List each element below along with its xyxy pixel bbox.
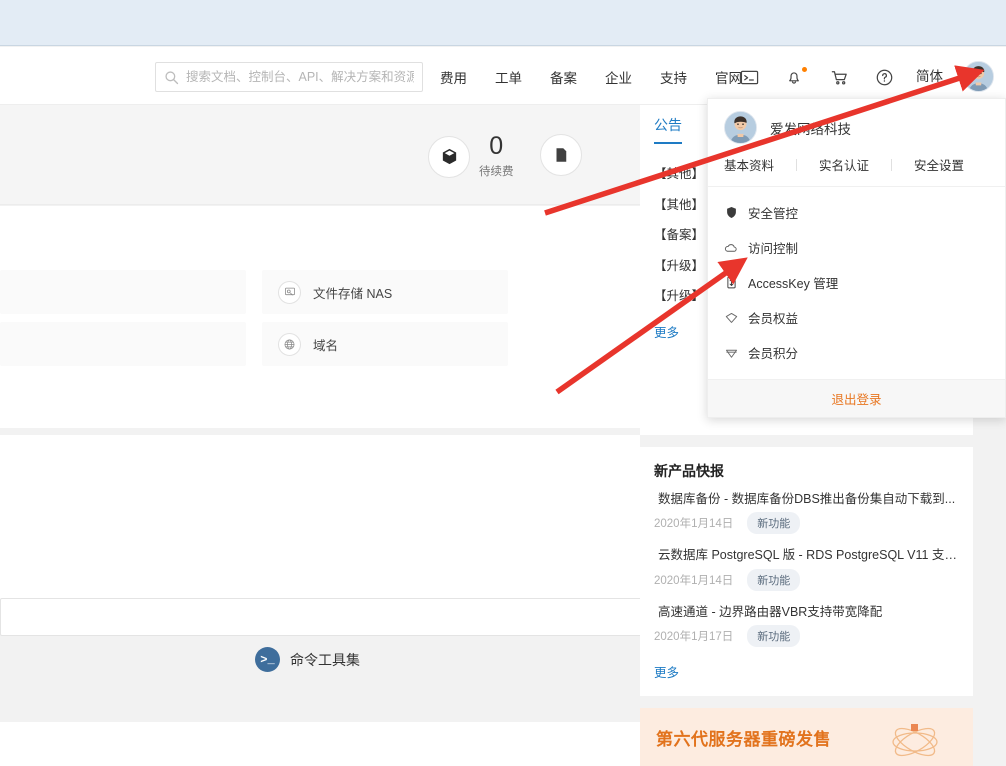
nav-link-tickets[interactable]: 工单 bbox=[495, 67, 522, 87]
nav-link-support[interactable]: 支持 bbox=[660, 67, 687, 87]
new-product-title: 云数据库 PostgreSQL 版 - RDS PostgreSQL V11 支… bbox=[658, 548, 959, 563]
divider bbox=[891, 158, 893, 171]
dropdown-menu-items: 安全管控 访问控制 AccessKey 管理 会员权益 会员积分 bbox=[708, 187, 1005, 411]
top-nav-icon-group bbox=[740, 62, 894, 92]
search-input[interactable] bbox=[186, 64, 414, 90]
service-item-blank-1[interactable] bbox=[0, 270, 246, 314]
list-item[interactable]: 云数据库 PostgreSQL 版 - RDS PostgreSQL V11 支… bbox=[654, 547, 959, 591]
menu-item-label: 安全管控 bbox=[748, 207, 799, 221]
new-product-date: 2020年1月14日 bbox=[654, 518, 734, 531]
nav-link-enterprise[interactable]: 企业 bbox=[605, 67, 632, 87]
key-icon bbox=[724, 276, 738, 290]
service-item-domain[interactable]: 域名 bbox=[262, 322, 508, 366]
user-account-dropdown: 爱发网络科技 基本资料 实名认证 安全设置 安全管控 访问控制 AccessKe… bbox=[707, 98, 1006, 418]
menu-item-access-control[interactable]: 访问控制 bbox=[708, 230, 1005, 265]
divider bbox=[796, 158, 798, 171]
list-item[interactable]: 数据库备份 - 数据库备份DBS推出备份集自动下载到... 2020年1月14日… bbox=[654, 491, 959, 535]
status-badge: 新功能 bbox=[747, 568, 801, 591]
command-toolset-label: 命令工具集 bbox=[290, 651, 360, 668]
stat-orders[interactable] bbox=[540, 134, 582, 176]
dropdown-user-row: 爱发网络科技 bbox=[708, 99, 1005, 152]
new-products-card: 新产品快报 数据库备份 - 数据库备份DBS推出备份集自动下载到... 2020… bbox=[640, 447, 973, 696]
cart-icon[interactable] bbox=[830, 68, 849, 87]
new-product-date: 2020年1月14日 bbox=[654, 574, 734, 587]
dropdown-avatar bbox=[724, 111, 757, 144]
stat-pending-renewal[interactable]: 0 待续费 bbox=[428, 134, 514, 179]
new-products-more-link[interactable]: 更多 bbox=[654, 662, 679, 681]
bottom-panel bbox=[0, 722, 640, 766]
stat-label: 待续费 bbox=[479, 166, 514, 178]
logout-button[interactable]: 退出登录 bbox=[831, 389, 881, 408]
dropdown-quick-links: 基本资料 实名认证 安全设置 bbox=[708, 152, 1005, 187]
menu-item-label: AccessKey 管理 bbox=[748, 277, 839, 291]
menu-item-member-points[interactable]: 会员积分 bbox=[708, 335, 1005, 370]
new-products-title: 新产品快报 bbox=[654, 463, 724, 479]
overview-stats-panel: 0 待续费 bbox=[0, 105, 640, 205]
globe-icon bbox=[278, 332, 301, 356]
service-item-blank-2[interactable] bbox=[0, 322, 246, 366]
list-item[interactable]: 高速通道 - 边界路由器VBR支持带宽降配 2020年1月17日 新功能 bbox=[654, 604, 959, 647]
menu-item-label: 访问控制 bbox=[748, 242, 799, 256]
new-product-meta: 2020年1月14日 新功能 bbox=[654, 512, 959, 535]
announcements-more-link[interactable]: 更多 bbox=[654, 322, 679, 341]
dropdown-footer: 退出登录 bbox=[708, 379, 1005, 417]
new-product-date: 2020年1月17日 bbox=[654, 630, 734, 643]
browser-chrome-strip bbox=[0, 0, 1006, 46]
tools-search-field[interactable] bbox=[0, 598, 742, 636]
promo-text: 第六代服务器重磅发售 bbox=[656, 730, 831, 750]
nav-link-icp[interactable]: 备案 bbox=[550, 67, 577, 87]
terminal-badge-icon: >_ bbox=[255, 647, 280, 672]
top-nav-links: 费用 工单 备案 企业 支持 官网 bbox=[440, 62, 770, 92]
bell-icon[interactable] bbox=[785, 66, 807, 87]
terminal-icon[interactable] bbox=[740, 68, 759, 87]
notification-dot bbox=[802, 66, 807, 72]
service-item-nas[interactable]: 文件存储 NAS bbox=[262, 270, 508, 314]
new-product-meta: 2020年1月14日 新功能 bbox=[654, 568, 959, 591]
service-label: 文件存储 NAS bbox=[313, 286, 393, 301]
document-icon bbox=[540, 134, 582, 176]
quick-link-security-settings[interactable]: 安全设置 bbox=[914, 155, 964, 174]
menu-item-accesskey-management[interactable]: AccessKey 管理 bbox=[708, 265, 1005, 300]
nav-link-official-site[interactable]: 官网 bbox=[715, 67, 742, 87]
new-product-meta: 2020年1月17日 新功能 bbox=[654, 624, 959, 647]
promo-banner[interactable]: 第六代服务器重磅发售 bbox=[640, 707, 973, 766]
new-product-title: 高速通道 - 边界路由器VBR支持带宽降配 bbox=[658, 604, 883, 619]
menu-item-security-control[interactable]: 安全管控 bbox=[708, 195, 1005, 230]
quick-link-real-name-auth[interactable]: 实名认证 bbox=[819, 155, 869, 174]
menu-item-label: 会员权益 bbox=[748, 312, 799, 326]
user-avatar[interactable] bbox=[963, 61, 994, 92]
cloud-icon bbox=[724, 241, 738, 255]
quick-link-basic-info[interactable]: 基本资料 bbox=[724, 155, 774, 174]
app-root: 费用 工单 备案 企业 支持 官网 bbox=[0, 0, 1006, 766]
avatar-face-icon bbox=[725, 112, 756, 143]
diamond-icon bbox=[724, 311, 738, 325]
command-toolset-button[interactable]: >_ 命令工具集 bbox=[255, 647, 360, 672]
status-badge: 新功能 bbox=[747, 624, 801, 647]
shield-icon bbox=[724, 206, 738, 220]
avatar-face-icon bbox=[964, 62, 993, 91]
tools-panel bbox=[0, 435, 640, 620]
nav-link-fees[interactable]: 费用 bbox=[440, 67, 467, 87]
cube-icon bbox=[428, 135, 470, 178]
tab-announcements[interactable]: 公告 bbox=[654, 115, 682, 144]
search-icon bbox=[164, 70, 179, 85]
menu-item-member-benefits[interactable]: 会员权益 bbox=[708, 300, 1005, 335]
nas-icon bbox=[278, 280, 301, 304]
dropdown-user-name: 爱发网络科技 bbox=[770, 121, 851, 137]
atom-icon bbox=[885, 718, 945, 763]
help-icon[interactable] bbox=[875, 68, 894, 87]
status-badge: 新功能 bbox=[747, 512, 801, 535]
gem-icon bbox=[724, 346, 738, 360]
menu-item-label: 会员积分 bbox=[748, 347, 799, 361]
stat-value: 0 bbox=[489, 132, 504, 160]
service-label: 域名 bbox=[313, 338, 339, 353]
new-product-title: 数据库备份 - 数据库备份DBS推出备份集自动下载到... bbox=[658, 492, 956, 506]
language-selector[interactable]: 简体 bbox=[916, 62, 943, 92]
global-search-box[interactable] bbox=[155, 62, 423, 92]
